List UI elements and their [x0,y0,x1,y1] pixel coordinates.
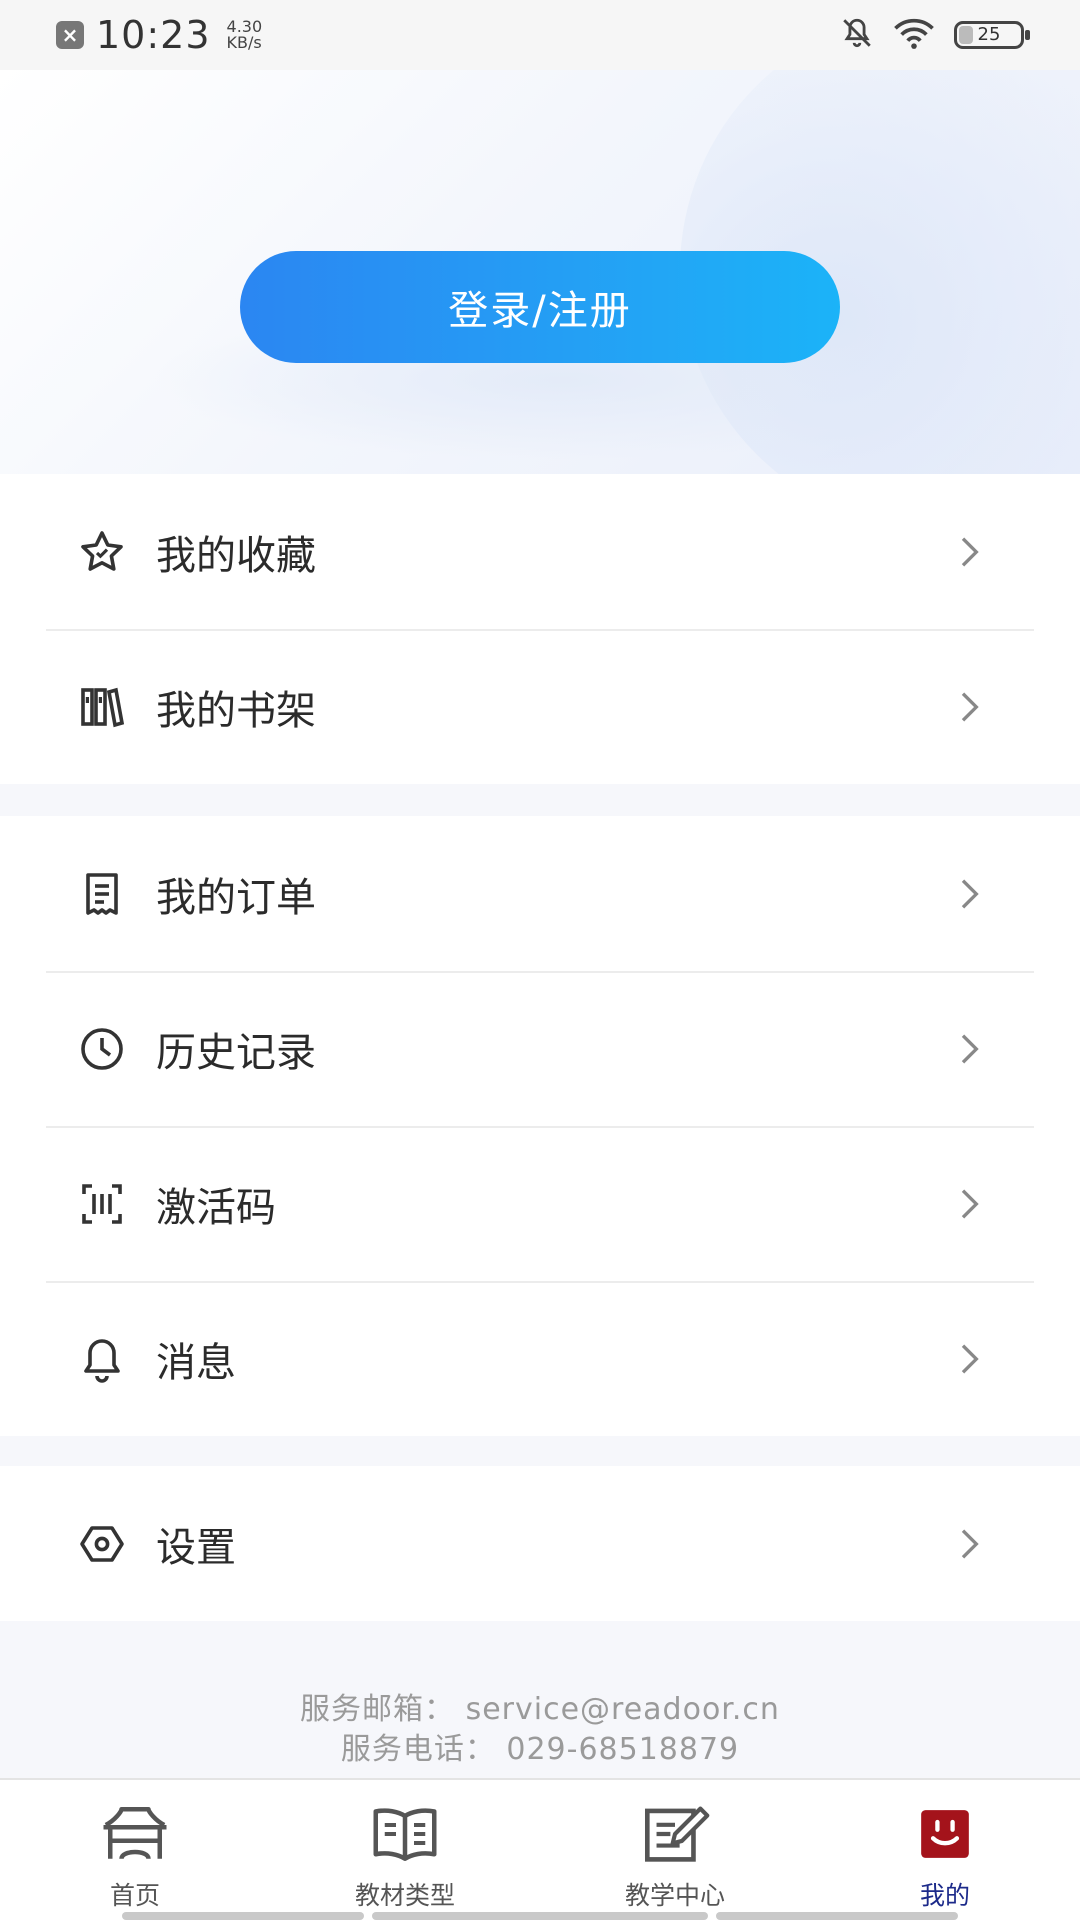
edit-note-icon [639,1802,711,1866]
nav-item-teaching-center[interactable]: 教学中心 [540,1780,810,1920]
menu-item-label: 我的书架 [156,687,316,734]
nav-label: 教学中心 [624,1881,725,1910]
wifi-icon [892,16,936,54]
chevron-right-icon [961,1033,979,1064]
menu-item-messages[interactable]: 消息 [0,1281,1080,1436]
home-icon [99,1802,171,1866]
chevron-right-icon [961,878,979,909]
book-icon [369,1802,441,1866]
chevron-right-icon [961,1343,979,1374]
gesture-bar-segment [372,1912,708,1920]
battery-icon: 25 [954,21,1030,49]
nav-item-mine[interactable]: 我的 [810,1780,1080,1920]
menu-group-2: 我的订单 历史记录 激活码 消息 [0,816,1080,1436]
nav-label: 我的 [919,1881,970,1910]
chevron-right-icon [961,1528,979,1559]
chevron-right-icon [961,691,979,722]
menu-item-bookshelf[interactable]: 我的书架 [0,629,1080,784]
status-bar: × 10:23 4.30 KB/s 25 [0,0,1080,70]
menu-item-label: 消息 [156,1339,236,1386]
mute-icon [840,16,874,54]
star-icon [78,528,126,576]
menu-item-activation-code[interactable]: 激活码 [0,1126,1080,1281]
nav-item-textbook-types[interactable]: 教材类型 [270,1780,540,1920]
status-time: 10:23 [96,13,211,57]
status-right: 25 [840,16,1030,54]
status-left: × 10:23 4.30 KB/s [56,13,262,57]
order-icon [78,870,126,918]
chevron-right-icon [961,536,979,567]
menu-item-orders[interactable]: 我的订单 [0,816,1080,971]
settings-icon [78,1520,126,1568]
profile-header: 登录/注册 [0,70,1080,474]
menu-item-label: 设置 [156,1524,236,1571]
menu-item-label: 我的订单 [156,874,316,921]
net-speed: 4.30 KB/s [227,19,263,51]
menu-item-label: 历史记录 [156,1029,316,1076]
service-phone: 服务电话： 029-68518879 [340,1732,740,1767]
bookshelf-icon [78,683,126,731]
menu-group-1: 我的收藏 我的书架 [0,474,1080,784]
bottom-nav: 首页 教材类型 教学中心 我的 [0,1778,1080,1920]
nav-label: 首页 [109,1881,160,1910]
menu-item-favorites[interactable]: 我的收藏 [0,474,1080,629]
clock-icon [78,1025,126,1073]
gesture-bar-segment [716,1912,958,1920]
profile-icon [909,1802,981,1866]
scan-code-icon [78,1180,126,1228]
menu-item-settings[interactable]: 设置 [0,1466,1080,1621]
net-speed-unit: KB/s [226,33,262,52]
chevron-right-icon [961,1188,979,1219]
notification-dismiss-icon: × [56,21,84,49]
nav-item-home[interactable]: 首页 [0,1780,270,1920]
login-register-button[interactable]: 登录/注册 [240,251,840,363]
menu-group-3: 设置 [0,1466,1080,1621]
battery-level: 25 [977,24,1001,45]
menu-item-label: 我的收藏 [156,532,316,579]
menu-item-label: 激活码 [156,1184,276,1231]
nav-label: 教材类型 [354,1881,455,1910]
gesture-bar-segment [122,1912,364,1920]
service-email: 服务邮箱： service@readoor.cn [300,1692,780,1727]
menu-item-history[interactable]: 历史记录 [0,971,1080,1126]
bell-icon [78,1335,126,1383]
service-info: 服务邮箱： service@readoor.cn 服务电话： 029-68518… [0,1690,1080,1770]
